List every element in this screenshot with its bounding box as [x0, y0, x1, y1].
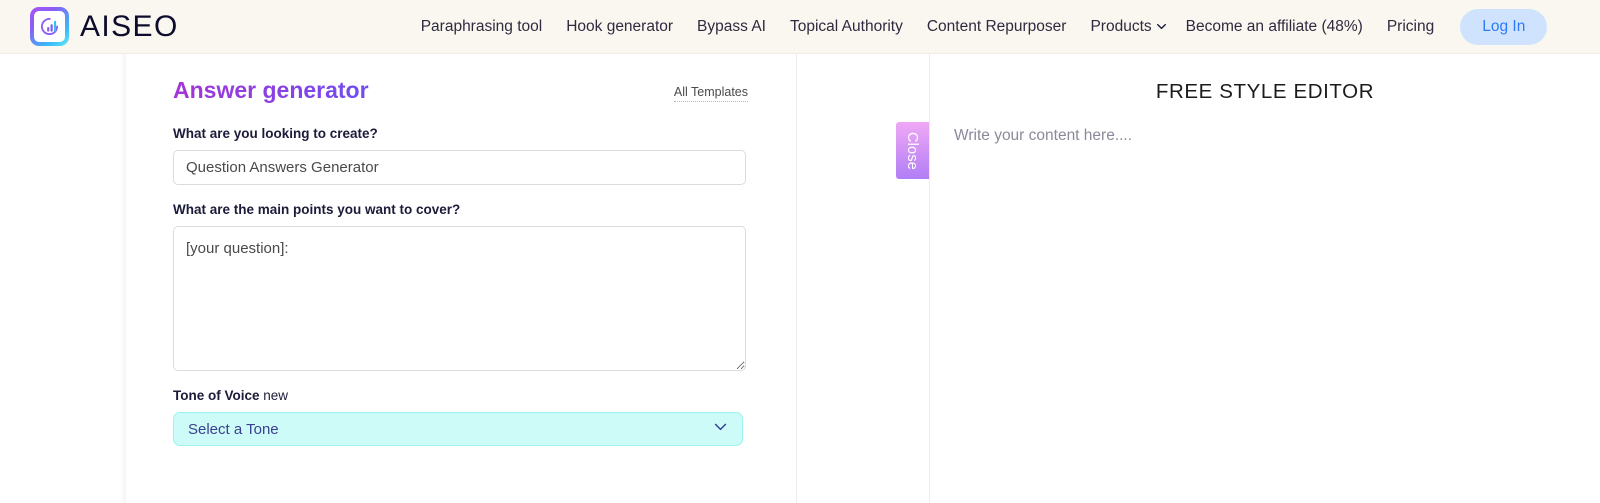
free-style-editor-panel: FREE STYLE EDITOR Write your content her…	[930, 54, 1600, 503]
nav-link-paraphrasing-tool[interactable]: Paraphrasing tool	[409, 12, 555, 42]
aiseo-bar-chart-logo-icon	[30, 7, 69, 46]
panel-header: Answer generator All Templates	[173, 77, 748, 103]
nav-link-become-an-affiliate[interactable]: Become an affiliate (48%)	[1174, 12, 1375, 42]
tone-label-text: Tone of Voice	[173, 388, 260, 404]
nav-link-bypass-ai[interactable]: Bypass AI	[685, 12, 778, 42]
field-tone-of-voice: Tone of Voice new Select a Tone	[173, 388, 748, 447]
field-label-main-points: What are the main points you want to cov…	[173, 202, 461, 218]
nav-link-pricing[interactable]: Pricing	[1375, 12, 1446, 42]
answer-generator-form-panel: Answer generator All Templates What are …	[126, 54, 796, 503]
editor-title: FREE STYLE EDITOR	[1155, 80, 1375, 103]
top-navigation-bar: AISEO Paraphrasing tool Hook generator B…	[0, 0, 1600, 54]
page-body: Answer generator All Templates What are …	[0, 54, 1600, 503]
brand-name: AISEO	[80, 9, 179, 43]
middle-divider-panel: Close	[796, 54, 930, 503]
create-input[interactable]	[173, 150, 746, 186]
field-main-points: What are the main points you want to cov…	[173, 202, 748, 372]
nav-link-hook-generator[interactable]: Hook generator	[554, 12, 685, 42]
brand-logo[interactable]: AISEO	[30, 7, 179, 46]
log-in-button[interactable]: Log In	[1460, 8, 1548, 45]
nav-link-products-label: Products	[1090, 17, 1152, 35]
nav-links: Paraphrasing tool Hook generator Bypass …	[409, 8, 1548, 45]
close-panel-handle[interactable]: Close	[896, 122, 929, 179]
field-label-tone-of-voice: Tone of Voice new	[173, 388, 748, 403]
nav-link-products[interactable]: Products	[1078, 12, 1173, 42]
field-create: What are you looking to create?	[173, 126, 748, 186]
left-rail	[0, 54, 126, 503]
all-templates-link[interactable]: All Templates	[673, 85, 748, 102]
tone-of-voice-selected-value: Select a Tone	[188, 420, 279, 438]
tone-new-badge: new	[263, 388, 289, 404]
editor-placeholder: Write your content here....	[954, 127, 1133, 144]
nav-link-content-repurposer[interactable]: Content Repurposer	[915, 12, 1079, 42]
close-panel-handle-label: Close	[904, 131, 921, 170]
field-label-create: What are you looking to create?	[173, 126, 378, 142]
main-points-textarea[interactable]	[173, 226, 746, 372]
page-title: Answer generator	[173, 77, 369, 103]
chevron-down-icon	[712, 418, 729, 440]
editor-body[interactable]: Write your content here....	[930, 127, 1600, 145]
nav-link-topical-authority[interactable]: Topical Authority	[778, 12, 915, 42]
tone-of-voice-select[interactable]: Select a Tone	[173, 412, 743, 447]
chevron-down-icon	[1155, 20, 1168, 33]
